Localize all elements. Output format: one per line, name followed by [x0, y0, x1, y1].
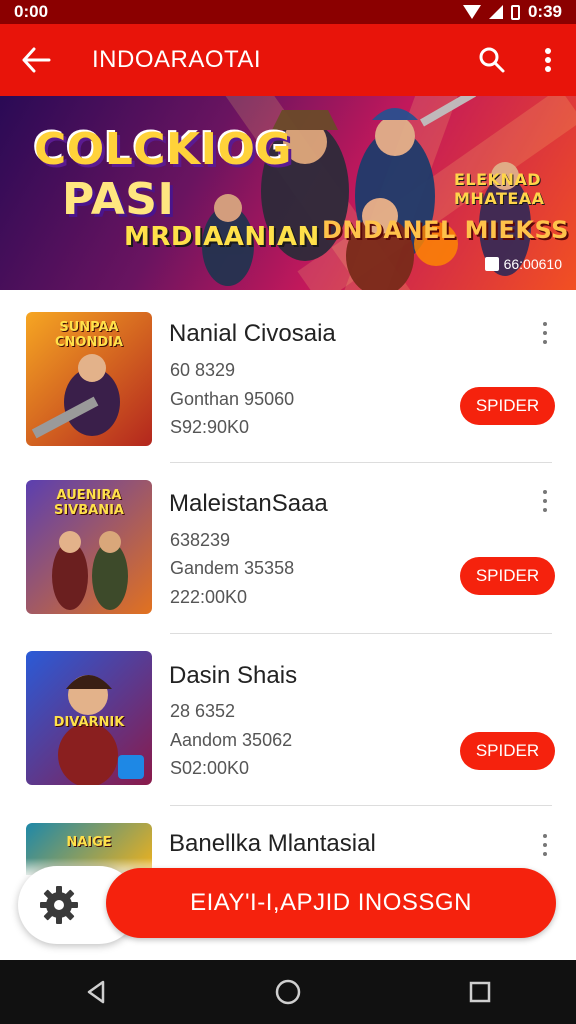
game-title: Dasin Shais: [169, 662, 298, 689]
more-vertical-icon[interactable]: [536, 322, 554, 344]
game-meta-1: 638239: [170, 530, 231, 550]
banner-title-line2: PASI: [62, 174, 175, 225]
thumbnail-art: [31, 354, 120, 439]
system-nav-bar: [0, 960, 576, 1024]
banner-title-line1: COLCKIOG: [34, 124, 293, 175]
thumbnail-art: [52, 531, 128, 610]
banner-subtitle: MRDIAANIAN: [124, 222, 320, 252]
nav-back-button[interactable]: [66, 962, 126, 1022]
game-thumbnail[interactable]: DIVARNIK: [26, 651, 152, 785]
game-meta-3: 222:00K0: [170, 587, 248, 607]
install-button[interactable]: SPIDER: [460, 387, 555, 425]
search-button[interactable]: [464, 24, 520, 96]
overflow-menu-button[interactable]: [520, 24, 576, 96]
game-title: Banellka Mlantasial: [169, 830, 376, 857]
more-vertical-icon[interactable]: [536, 834, 554, 856]
primary-action-button[interactable]: EIAY'I-I,APJID INOSSGN: [106, 868, 556, 938]
thumbnail-label: DIVARNIK: [53, 715, 125, 730]
game-title: Nanial Civosaia: [169, 320, 336, 347]
more-vertical-icon: [545, 48, 551, 72]
page-title: INDOARAOTAI: [92, 46, 262, 73]
game-thumbnail[interactable]: SUNPAA CNONDIA: [26, 312, 152, 446]
list-item[interactable]: DIVARNIK Dasin Shais 28 6352 Aandom 3506…: [0, 634, 576, 806]
game-meta-2: Gonthan 95060: [170, 389, 295, 409]
game-meta-2: Aandom 35062: [170, 730, 293, 750]
status-icons: 0:39: [462, 2, 562, 22]
game-meta-1: 60 8329: [170, 360, 236, 380]
game-meta-3: S02:00K0: [170, 758, 250, 778]
list-item[interactable]: AUENIRA SIVBANIA MaleistanSaaa 638239 Ga…: [0, 462, 576, 634]
game-title: MaleistanSaaa: [169, 490, 328, 517]
search-icon: [479, 47, 505, 73]
status-bar: 0:00 0:39: [0, 0, 576, 24]
back-triangle-icon: [87, 980, 105, 1004]
wifi-icon: [462, 5, 481, 19]
more-vertical-icon[interactable]: [536, 490, 554, 512]
game-meta-1: 28 6352: [170, 701, 236, 721]
nav-home-button[interactable]: [258, 962, 318, 1022]
nav-recents-button[interactable]: [450, 962, 510, 1022]
banner-tag-2: ELEKNAD MHATEAA: [454, 170, 545, 208]
game-thumbnail[interactable]: AUENIRA SIVBANIA: [26, 480, 152, 614]
game-meta-2: Gandem 35358: [170, 558, 295, 578]
shopping-bag-icon: [484, 257, 499, 271]
signal-icon: [488, 5, 503, 19]
featured-banner[interactable]: COLCKIOG PASI MRDIAANIAN DNDANEL MIEKSS …: [0, 96, 576, 290]
back-arrow-icon: [22, 47, 51, 73]
banner-count: 66:00610: [503, 256, 562, 272]
thumbnail-label: NAIGE: [66, 835, 112, 850]
status-time-left: 0:00: [14, 2, 49, 21]
status-time-right: 0:39: [527, 2, 562, 21]
gear-icon: [40, 886, 78, 924]
game-meta-3: S92:90K0: [170, 417, 250, 437]
banner-tag-1: DNDANEL MIEKSS: [322, 216, 569, 244]
back-button[interactable]: [0, 24, 72, 96]
banner-count-badge: 66:00610: [484, 256, 562, 272]
home-circle-icon: [275, 979, 301, 1005]
install-button[interactable]: SPIDER: [460, 732, 555, 770]
install-button[interactable]: SPIDER: [460, 557, 555, 595]
battery-icon: [510, 4, 520, 20]
app-bar: INDOARAOTAI: [0, 24, 576, 96]
list-item[interactable]: SUNPAA CNONDIA Nanial Civosaia 60 8329 G…: [0, 290, 576, 463]
recents-square-icon: [469, 981, 491, 1003]
screen: 0:00 0:39 INDOARAOTAI COLCKIOG PASI MRDI…: [0, 0, 576, 1024]
